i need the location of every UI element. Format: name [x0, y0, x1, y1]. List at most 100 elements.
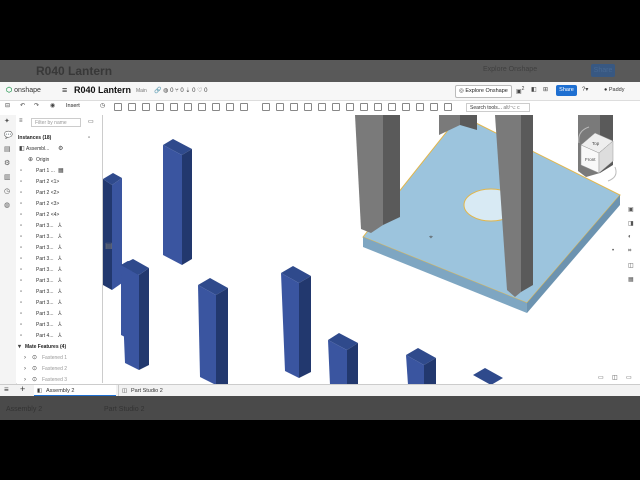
explore-label: Explore Onshape	[465, 88, 508, 94]
app-store-icon[interactable]: ◧	[531, 86, 537, 93]
bom-panel-icon[interactable]: ▦	[628, 276, 634, 283]
list-item[interactable]: ▫ Part 3... ⅄	[16, 320, 100, 331]
help-icon[interactable]: ?▾	[582, 86, 588, 93]
rotate-arrow-icon[interactable]	[607, 166, 617, 182]
tool-icon[interactable]	[184, 103, 192, 111]
layout-icon[interactable]: ▭	[598, 374, 604, 381]
user-menu[interactable]: ● Paddy	[604, 87, 624, 93]
tab-assembly-2[interactable]: ◧ Assembly 2	[34, 385, 116, 396]
history-icon[interactable]: ◷	[4, 187, 10, 195]
undo-icon[interactable]: ↶	[20, 102, 25, 109]
list-item[interactable]: ▫ Part 3... ⅄	[16, 232, 100, 243]
tool-icon[interactable]	[430, 103, 438, 111]
redo-icon[interactable]: ↷	[34, 102, 39, 109]
tool-icon[interactable]	[304, 103, 312, 111]
tool-icon[interactable]	[444, 103, 452, 111]
tool-icon[interactable]	[346, 103, 354, 111]
mate-row[interactable]: › ⊙ Fastened 1	[16, 353, 100, 364]
list-item[interactable]: ▫ Part 2 <3>	[16, 199, 100, 210]
share-button[interactable]: Share	[556, 85, 577, 96]
tool-icon[interactable]	[262, 103, 270, 111]
menu-icon[interactable]: ≡	[62, 85, 67, 95]
filter-by-name-input[interactable]: Filter by name	[31, 118, 81, 127]
tool-icon[interactable]	[416, 103, 424, 111]
properties-icon[interactable]: ▥	[4, 173, 11, 181]
grid-icon[interactable]: ⊞	[543, 86, 548, 93]
list-item[interactable]: ▫ Part 1 ... ▦	[16, 166, 100, 177]
branch-label[interactable]: Main	[136, 88, 147, 94]
link-icon[interactable]: 🔗	[154, 88, 161, 94]
list-item[interactable]: ▫ Part 2 <1>	[16, 177, 100, 188]
folder-icon[interactable]: ▭	[88, 118, 94, 125]
tool-icon[interactable]	[332, 103, 340, 111]
list-item[interactable]: ▫ Part 3... ⅄	[16, 298, 100, 309]
tool-icon[interactable]	[318, 103, 326, 111]
instances-header[interactable]: Instances (18) ▫	[16, 133, 100, 144]
list-item[interactable]: ▫ Part 3... ⅄	[16, 221, 100, 232]
tool-icon[interactable]	[388, 103, 396, 111]
split-icon[interactable]: ◫	[612, 374, 618, 381]
part-icon: ▫	[20, 289, 23, 295]
explode-icon[interactable]: ◫	[628, 262, 634, 269]
tool-icon[interactable]	[360, 103, 368, 111]
notifications-icon[interactable]: ▣2	[516, 86, 524, 95]
tool-icon[interactable]	[290, 103, 298, 111]
tabs-menu-icon[interactable]: ≡	[4, 385, 9, 394]
mate-icon[interactable]: ✦	[4, 117, 10, 125]
list-item[interactable]: ▫ Part 4... ⅄	[16, 331, 100, 342]
mate-row[interactable]: › ⊙ Fastened 2	[16, 364, 100, 375]
list-item[interactable]: ▫ Part 3... ⅄	[16, 276, 100, 287]
branch-icon[interactable]: ⑂	[175, 88, 179, 94]
like-icon[interactable]: ♡	[197, 88, 202, 94]
comment-icon[interactable]: 💬	[4, 131, 13, 139]
tab-part-studio-2[interactable]: ◫ Part Studio 2	[118, 385, 191, 396]
dot-icon[interactable]: •	[612, 248, 614, 254]
add-folder-icon[interactable]: ▫	[88, 133, 90, 144]
search-tools-input[interactable]: Search tools... alt/⌥ c	[466, 103, 530, 112]
tool-icon[interactable]	[226, 103, 234, 111]
list-item[interactable]: ▫ Part 3... ⅄	[16, 254, 100, 265]
tool-icon[interactable]	[198, 103, 206, 111]
tool-icon[interactable]	[114, 103, 122, 111]
tool-icon[interactable]	[142, 103, 150, 111]
display-icon[interactable]: ▣	[628, 206, 634, 213]
tool-icon[interactable]	[374, 103, 382, 111]
measure-icon[interactable]: ⌗	[628, 248, 631, 255]
tree-toggle-icon[interactable]: ⊟	[5, 102, 10, 109]
document-title[interactable]: R040 Lantern	[74, 85, 131, 95]
fullscreen-icon[interactable]: ▭	[626, 374, 632, 381]
insert-button[interactable]: Insert	[66, 103, 80, 109]
model-view[interactable]: Top Front ⌖ ▤	[103, 115, 640, 385]
list-item[interactable]: ▫ Part 2 <4>	[16, 210, 100, 221]
pin-icon[interactable]: ⇣	[185, 88, 190, 94]
tool-icon[interactable]	[402, 103, 410, 111]
bom-icon[interactable]: ▤	[4, 145, 11, 153]
mate-features-header[interactable]: ▾ Mate Features (4)	[16, 342, 100, 353]
tool-icon[interactable]	[276, 103, 284, 111]
tool-icon[interactable]	[128, 103, 136, 111]
graphics-viewport[interactable]: Top Front ⌖ ▤	[103, 115, 640, 385]
list-item[interactable]: ▫ Part 3... ⅄	[16, 265, 100, 276]
assembly-row[interactable]: ◧ Assembl... ⚙	[16, 144, 100, 155]
panel-menu-icon[interactable]: ≡	[19, 118, 23, 124]
insert-icon[interactable]: ◉	[50, 102, 55, 109]
tool-icon[interactable]	[156, 103, 164, 111]
list-toggle-icon[interactable]: ▤	[105, 241, 113, 250]
onshape-logo[interactable]: ⬡ onshape	[6, 86, 41, 94]
explore-onshape-button[interactable]: ◎ Explore Onshape	[455, 85, 512, 98]
config-icon[interactable]: ⚙	[4, 159, 10, 167]
tool-icon[interactable]	[170, 103, 178, 111]
appearance-icon[interactable]: ◍	[4, 201, 10, 209]
add-tab-icon[interactable]: +	[20, 384, 25, 394]
list-item[interactable]: ▫ Part 2 <2>	[16, 188, 100, 199]
clock-icon[interactable]: ◷	[100, 102, 105, 109]
origin-row[interactable]: ⊕ Origin	[16, 155, 100, 166]
section-icon[interactable]: ◨	[628, 220, 634, 227]
list-item[interactable]: ▫ Part 3... ⅄	[16, 243, 100, 254]
globe-icon[interactable]: ◍	[163, 88, 168, 94]
list-item[interactable]: ▫ Part 3... ⅄	[16, 309, 100, 320]
tool-icon[interactable]	[240, 103, 248, 111]
tool-icon[interactable]	[212, 103, 220, 111]
list-item[interactable]: ▫ Part 3... ⅄	[16, 287, 100, 298]
appearance-panel-icon[interactable]: ◐	[628, 234, 632, 240]
